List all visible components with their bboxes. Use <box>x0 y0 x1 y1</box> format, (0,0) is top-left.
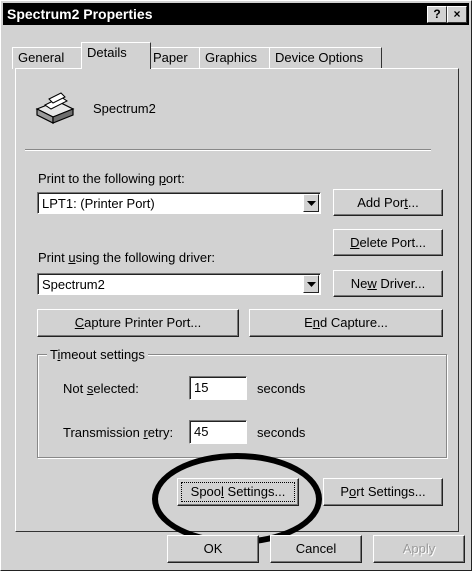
close-button[interactable]: × <box>447 6 467 23</box>
not-selected-label: Not selected: <box>63 381 139 396</box>
separator <box>25 149 431 151</box>
port-label: Print to the following port: <box>38 171 185 186</box>
transmission-retry-label: Transmission retry: <box>63 425 174 440</box>
transmission-retry-input[interactable]: 45 <box>189 420 247 444</box>
apply-button[interactable]: Apply <box>373 535 465 563</box>
new-driver-button[interactable]: New Driver... <box>333 270 443 297</box>
driver-label: Print using the following driver: <box>38 250 216 265</box>
tab-paper[interactable]: Paper <box>147 47 203 69</box>
delete-port-button[interactable]: Delete Port... <box>333 229 443 256</box>
printer-name: Spectrum2 <box>93 101 156 116</box>
help-button[interactable]: ? <box>427 6 447 23</box>
chevron-down-icon[interactable] <box>303 194 319 212</box>
end-capture-button[interactable]: End Capture... <box>249 309 443 337</box>
tab-device-options[interactable]: Device Options <box>269 47 382 69</box>
cancel-button[interactable]: Cancel <box>270 535 362 563</box>
port-settings-button[interactable]: Port Settings... <box>323 478 443 506</box>
ok-button[interactable]: OK <box>167 535 259 563</box>
transmission-retry-unit: seconds <box>257 425 306 440</box>
highlight-circle <box>152 453 322 545</box>
driver-value: Spectrum2 <box>42 277 105 292</box>
not-selected-input[interactable]: 15 <box>189 376 247 400</box>
add-port-button[interactable]: Add Port... <box>333 189 443 216</box>
port-value: LPT1: (Printer Port) <box>42 196 155 211</box>
timeout-settings-title: Timeout settings <box>47 347 148 362</box>
title-bar[interactable]: Spectrum2 Properties ? × <box>3 3 469 25</box>
chevron-down-icon[interactable] <box>303 275 319 293</box>
tab-general[interactable]: General <box>12 47 84 69</box>
not-selected-unit: seconds <box>257 381 306 396</box>
port-dropdown[interactable]: LPT1: (Printer Port) <box>37 192 321 214</box>
printer-icon <box>33 89 77 128</box>
tab-details[interactable]: Details <box>81 42 151 69</box>
properties-dialog: Spectrum2 Properties ? × General Details… <box>0 0 472 571</box>
dialog-title: Spectrum2 Properties <box>7 6 153 22</box>
capture-printer-port-button[interactable]: Capture Printer Port... <box>37 309 239 337</box>
driver-dropdown[interactable]: Spectrum2 <box>37 273 321 295</box>
tab-graphics[interactable]: Graphics <box>199 47 274 69</box>
